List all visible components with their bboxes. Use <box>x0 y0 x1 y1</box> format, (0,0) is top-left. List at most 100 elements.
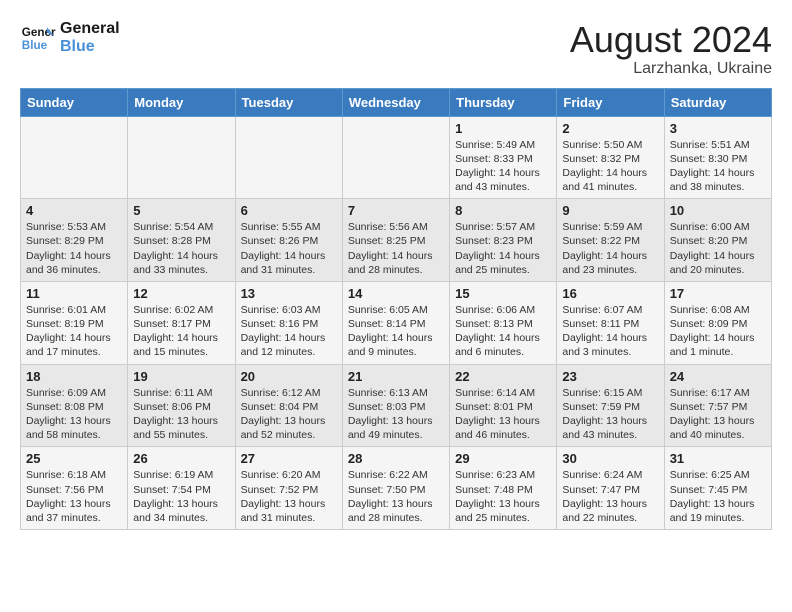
day-number: 9 <box>562 203 658 218</box>
day-number: 13 <box>241 286 337 301</box>
logo: General Blue General Blue <box>20 20 120 56</box>
day-number: 31 <box>670 451 766 466</box>
calendar-cell: 6 Sunrise: 5:55 AM Sunset: 8:26 PM Daylig… <box>235 199 342 282</box>
calendar-cell: 2Sunrise: 5:50 AM Sunset: 8:32 PM Daylig… <box>557 116 664 199</box>
calendar-cell: 13 Sunrise: 6:03 AM Sunset: 8:16 PM Dayli… <box>235 281 342 364</box>
logo-icon: General Blue <box>20 20 56 56</box>
month-year: August 2024 <box>570 20 772 60</box>
day-number: 12 <box>133 286 229 301</box>
calendar-cell <box>342 116 449 199</box>
day-number: 14 <box>348 286 444 301</box>
calendar-cell: 16 Sunrise: 6:07 AM Sunset: 8:11 PM Dayli… <box>557 281 664 364</box>
day-info: Sunrise: 6:17 AM Sunset: 7:57 PM Dayligh… <box>670 386 766 443</box>
day-number: 16 <box>562 286 658 301</box>
calendar-cell: 24 Sunrise: 6:17 AM Sunset: 7:57 PM Dayli… <box>664 364 771 447</box>
calendar-cell: 1 Sunrise: 5:49 AM Sunset: 8:33 PM Daylig… <box>450 116 557 199</box>
calendar-cell: 28Sunrise: 6:22 AM Sunset: 7:50 PM Dayli… <box>342 447 449 530</box>
day-info: Sunrise: 5:54 AM Sunset: 8:28 PM Dayligh… <box>133 220 229 277</box>
calendar-cell: 22 Sunrise: 6:14 AM Sunset: 8:01 PM Dayli… <box>450 364 557 447</box>
calendar-cell: 11 Sunrise: 6:01 AM Sunset: 8:19 PM Dayli… <box>21 281 128 364</box>
day-number: 19 <box>133 369 229 384</box>
day-info: Sunrise: 5:56 AM Sunset: 8:25 PM Dayligh… <box>348 220 444 277</box>
day-info: Sunrise: 5:55 AM Sunset: 8:26 PM Dayligh… <box>241 220 337 277</box>
day-info: Sunrise: 6:22 AM Sunset: 7:50 PM Dayligh… <box>348 468 444 525</box>
day-number: 22 <box>455 369 551 384</box>
day-info: Sunrise: 6:12 AM Sunset: 8:04 PM Dayligh… <box>241 386 337 443</box>
day-info: Sunrise: 6:23 AM Sunset: 7:48 PM Dayligh… <box>455 468 551 525</box>
day-info: Sunrise: 6:03 AM Sunset: 8:16 PM Dayligh… <box>241 303 337 360</box>
day-info: Sunrise: 6:13 AM Sunset: 8:03 PM Dayligh… <box>348 386 444 443</box>
day-number: 4 <box>26 203 122 218</box>
day-info: Sunrise: 5:49 AM Sunset: 8:33 PM Dayligh… <box>455 138 551 195</box>
day-info: Sunrise: 6:18 AM Sunset: 7:56 PM Dayligh… <box>26 468 122 525</box>
day-number: 29 <box>455 451 551 466</box>
calendar-cell: 9 Sunrise: 5:59 AM Sunset: 8:22 PM Daylig… <box>557 199 664 282</box>
day-number: 20 <box>241 369 337 384</box>
svg-text:Blue: Blue <box>22 39 48 52</box>
day-info: Sunrise: 6:09 AM Sunset: 8:08 PM Dayligh… <box>26 386 122 443</box>
weekday-header-saturday: Saturday <box>664 88 771 116</box>
calendar-table: SundayMondayTuesdayWednesdayThursdayFrid… <box>20 88 772 530</box>
day-number: 21 <box>348 369 444 384</box>
weekday-header-thursday: Thursday <box>450 88 557 116</box>
day-info: Sunrise: 6:02 AM Sunset: 8:17 PM Dayligh… <box>133 303 229 360</box>
day-number: 2 <box>562 121 658 136</box>
day-info: Sunrise: 6:05 AM Sunset: 8:14 PM Dayligh… <box>348 303 444 360</box>
calendar-cell: 4 Sunrise: 5:53 AM Sunset: 8:29 PM Daylig… <box>21 199 128 282</box>
day-info: Sunrise: 6:19 AM Sunset: 7:54 PM Dayligh… <box>133 468 229 525</box>
location: Larzhanka, Ukraine <box>570 60 772 78</box>
day-number: 11 <box>26 286 122 301</box>
day-number: 23 <box>562 369 658 384</box>
calendar-cell: 7 Sunrise: 5:56 AM Sunset: 8:25 PM Daylig… <box>342 199 449 282</box>
day-info: Sunrise: 5:53 AM Sunset: 8:29 PM Dayligh… <box>26 220 122 277</box>
day-info: Sunrise: 6:08 AM Sunset: 8:09 PM Dayligh… <box>670 303 766 360</box>
day-info: Sunrise: 5:51 AM Sunset: 8:30 PM Dayligh… <box>670 138 766 195</box>
calendar-cell: 30 Sunrise: 6:24 AM Sunset: 7:47 PM Dayli… <box>557 447 664 530</box>
day-number: 30 <box>562 451 658 466</box>
title-block: August 2024 Larzhanka, Ukraine <box>570 20 772 78</box>
day-number: 8 <box>455 203 551 218</box>
weekday-header-tuesday: Tuesday <box>235 88 342 116</box>
day-info: Sunrise: 6:24 AM Sunset: 7:47 PM Dayligh… <box>562 468 658 525</box>
page-header: General Blue General Blue August 2024 La… <box>20 20 772 78</box>
day-number: 7 <box>348 203 444 218</box>
day-number: 24 <box>670 369 766 384</box>
day-info: Sunrise: 5:59 AM Sunset: 8:22 PM Dayligh… <box>562 220 658 277</box>
calendar-cell: 10 Sunrise: 6:00 AM Sunset: 8:20 PM Dayli… <box>664 199 771 282</box>
day-info: Sunrise: 6:07 AM Sunset: 8:11 PM Dayligh… <box>562 303 658 360</box>
calendar-cell: 21 Sunrise: 6:13 AM Sunset: 8:03 PM Dayli… <box>342 364 449 447</box>
day-number: 27 <box>241 451 337 466</box>
day-number: 1 <box>455 121 551 136</box>
calendar-cell: 3 Sunrise: 5:51 AM Sunset: 8:30 PM Daylig… <box>664 116 771 199</box>
day-number: 5 <box>133 203 229 218</box>
day-info: Sunrise: 6:00 AM Sunset: 8:20 PM Dayligh… <box>670 220 766 277</box>
calendar-cell: 31Sunrise: 6:25 AM Sunset: 7:45 PM Dayli… <box>664 447 771 530</box>
day-number: 26 <box>133 451 229 466</box>
calendar-cell: 25Sunrise: 6:18 AM Sunset: 7:56 PM Dayli… <box>21 447 128 530</box>
day-number: 17 <box>670 286 766 301</box>
day-info: Sunrise: 6:11 AM Sunset: 8:06 PM Dayligh… <box>133 386 229 443</box>
day-number: 18 <box>26 369 122 384</box>
weekday-header-sunday: Sunday <box>21 88 128 116</box>
calendar-cell: 20 Sunrise: 6:12 AM Sunset: 8:04 PM Dayli… <box>235 364 342 447</box>
calendar-cell: 27 Sunrise: 6:20 AM Sunset: 7:52 PM Dayli… <box>235 447 342 530</box>
calendar-cell: 29 Sunrise: 6:23 AM Sunset: 7:48 PM Dayli… <box>450 447 557 530</box>
day-info: Sunrise: 6:15 AM Sunset: 7:59 PM Dayligh… <box>562 386 658 443</box>
day-info: Sunrise: 6:01 AM Sunset: 8:19 PM Dayligh… <box>26 303 122 360</box>
calendar-cell: 15Sunrise: 6:06 AM Sunset: 8:13 PM Dayli… <box>450 281 557 364</box>
calendar-cell <box>128 116 235 199</box>
calendar-cell <box>21 116 128 199</box>
day-info: Sunrise: 6:14 AM Sunset: 8:01 PM Dayligh… <box>455 386 551 443</box>
day-info: Sunrise: 6:06 AM Sunset: 8:13 PM Dayligh… <box>455 303 551 360</box>
day-number: 3 <box>670 121 766 136</box>
calendar-cell: 18 Sunrise: 6:09 AM Sunset: 8:08 PM Dayli… <box>21 364 128 447</box>
calendar-cell: 12 Sunrise: 6:02 AM Sunset: 8:17 PM Dayli… <box>128 281 235 364</box>
weekday-header-friday: Friday <box>557 88 664 116</box>
day-info: Sunrise: 6:20 AM Sunset: 7:52 PM Dayligh… <box>241 468 337 525</box>
day-number: 6 <box>241 203 337 218</box>
calendar-cell: 5 Sunrise: 5:54 AM Sunset: 8:28 PM Daylig… <box>128 199 235 282</box>
calendar-cell: 26 Sunrise: 6:19 AM Sunset: 7:54 PM Dayli… <box>128 447 235 530</box>
calendar-cell: 19 Sunrise: 6:11 AM Sunset: 8:06 PM Dayli… <box>128 364 235 447</box>
day-number: 10 <box>670 203 766 218</box>
weekday-header-monday: Monday <box>128 88 235 116</box>
